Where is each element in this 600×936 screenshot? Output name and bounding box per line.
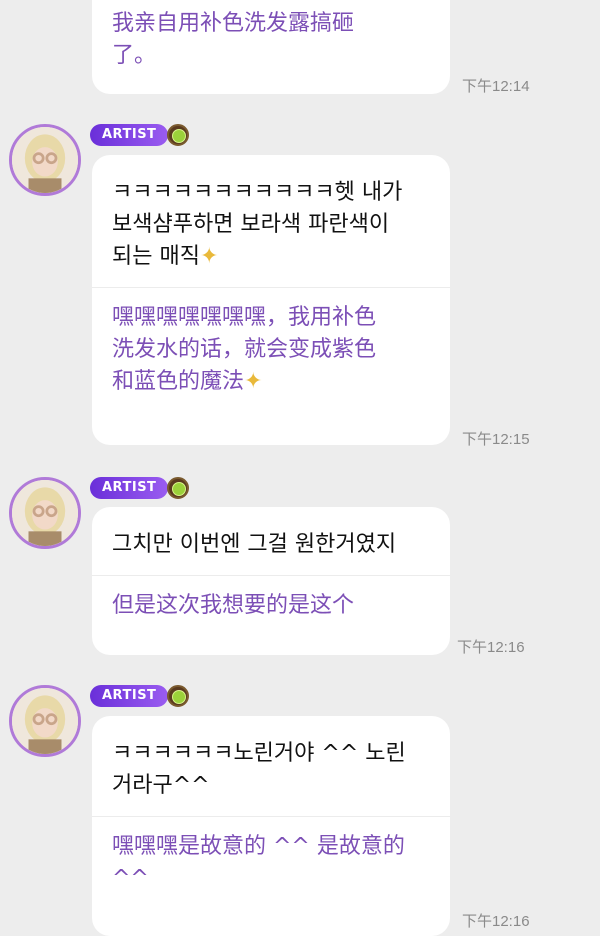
artist-badge: ARTIST	[90, 685, 169, 707]
message-text: ㅋㅋㅋㅋㅋㅋ노린거야 ^^ 노린 거라구^^	[112, 741, 406, 798]
sparkle-icon: ✦	[244, 369, 263, 394]
kiwi-icon	[167, 124, 189, 146]
message-time: 下午12:15	[462, 431, 530, 448]
message-bubble[interactable]: ㅋㅋㅋㅋㅋㅋ노린거야 ^^ 노린 거라구^^ 嘿嘿嘿是故意的 ^^ 是故意的 ^…	[92, 716, 450, 936]
avatar-image	[12, 127, 78, 193]
message-translation: 但是这次我想要的是这个	[112, 593, 355, 618]
message-text: ㅋㅋㅋㅋㅋㅋㅋㅋㅋㅋㅋ헷 내가 보색샴푸하면 보라색 파란색이 되는 매직✦	[112, 180, 403, 269]
message-text: 그치만 이번엔 그걸 원한거였지	[112, 532, 397, 557]
avatar[interactable]	[9, 124, 81, 196]
avatar[interactable]	[9, 685, 81, 757]
message-time: 下午12:14	[462, 78, 530, 95]
avatar-image	[12, 480, 78, 546]
sparkle-icon: ✦	[199, 244, 219, 269]
message-time: 下午12:16	[457, 639, 525, 656]
message-translation: 嘿嘿嘿是故意的 ^^ 是故意的 ^^	[112, 834, 405, 891]
artist-badge: ARTIST	[90, 477, 169, 499]
kiwi-icon	[167, 685, 189, 707]
message-bubble[interactable]: 그치만 이번엔 그걸 원한거였지 但是这次我想要的是这个	[92, 507, 450, 655]
kiwi-icon	[167, 477, 189, 499]
message-translation: 嘿嘿嘿嘿嘿嘿嘿，我用补色 洗发水的话，就会变成紫色 和蓝色的魔法✦	[112, 305, 377, 394]
artist-badge: ARTIST	[90, 124, 169, 146]
message-time: 下午12:16	[462, 913, 530, 930]
message-bubble[interactable]: ㅋㅋㅋㅋㅋㅋㅋㅋㅋㅋㅋ헷 내가 보색샴푸하면 보라색 파란색이 되는 매직✦ 嘿…	[92, 155, 450, 445]
avatar-image	[12, 688, 78, 754]
message-bubble[interactable]: 我亲自用补色洗发露搞砸 了。	[92, 0, 450, 94]
message-translation: 我亲自用补色洗发露搞砸 了。	[112, 11, 355, 68]
avatar[interactable]	[9, 477, 81, 549]
